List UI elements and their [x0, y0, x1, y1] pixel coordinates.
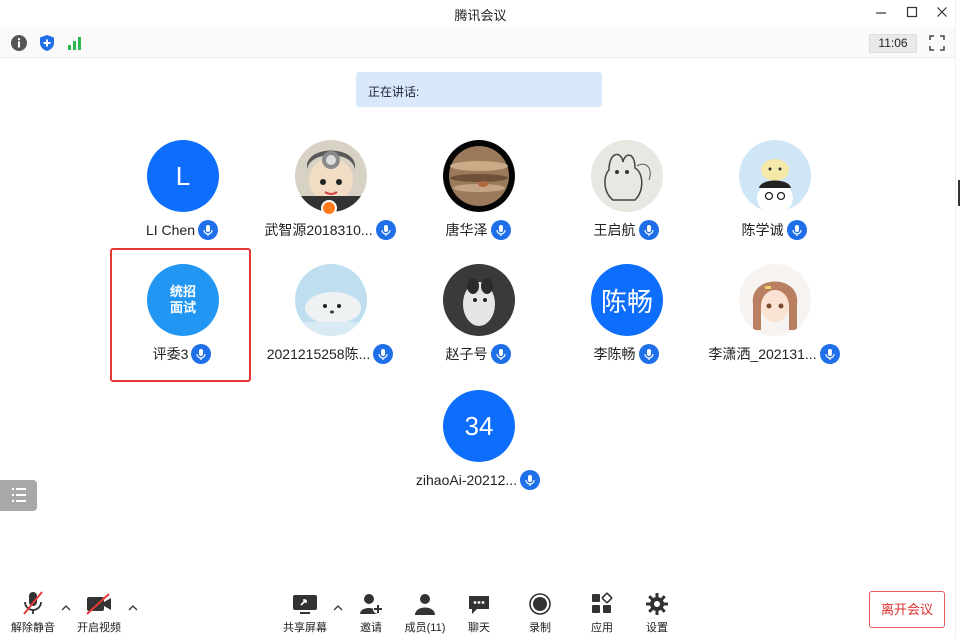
participant-name: 武智源2018310... [264, 222, 373, 238]
chat-icon [464, 588, 494, 616]
window-edge [955, 0, 961, 639]
participant-tile[interactable]: 陈学诚 [704, 140, 844, 250]
settings-button[interactable]: 设置 [642, 588, 672, 635]
members-button[interactable]: 成员(11) [402, 588, 448, 635]
speaking-indicator: 正在讲话: [356, 72, 602, 107]
participant-tile[interactable]: 2021215258陈... [260, 264, 400, 374]
avatar [443, 140, 515, 212]
avatar: L [147, 140, 219, 212]
status-bar: 11:06 [0, 28, 961, 58]
participant-tile[interactable]: 34 zihaoAi-20212... [408, 390, 548, 500]
participant-tile[interactable]: 陈畅 李陈畅 [556, 264, 696, 374]
mic-icon [520, 470, 541, 490]
share-screen-button[interactable]: 共享屏幕 [280, 588, 330, 635]
maximize-button[interactable] [901, 3, 923, 23]
mic-icon [638, 220, 659, 240]
mic-icon [490, 220, 511, 240]
participant-name: 2021215258陈... [266, 346, 371, 362]
participant-name: LI Chen [145, 222, 196, 238]
participant-name: 赵子号 [445, 346, 488, 362]
mic-icon [786, 220, 807, 240]
camera-off-icon [75, 588, 123, 616]
participant-name: 王启航 [593, 222, 636, 238]
mic-icon [375, 220, 396, 240]
participant-name: 唐华泽 [445, 222, 488, 238]
chat-button[interactable]: 聊天 [464, 588, 494, 635]
avatar: 34 [443, 390, 515, 462]
info-icon[interactable] [10, 34, 28, 52]
bottom-toolbar: 解除静音 开启视频 共享屏幕 邀请 成员(11) 聊天 录制 应用 设置 离开会… [0, 580, 961, 639]
mic-icon [373, 344, 394, 364]
mic-icon [819, 344, 840, 364]
signal-icon[interactable] [66, 34, 84, 52]
chevron-up-icon[interactable] [333, 600, 343, 611]
start-video-button[interactable]: 开启视频 [75, 588, 123, 635]
avatar [443, 264, 515, 336]
chevron-up-icon[interactable] [61, 600, 71, 611]
layout-toggle-button[interactable] [0, 480, 37, 511]
speaking-label: 正在讲话: [368, 85, 420, 99]
participant-tile[interactable]: 赵子号 [408, 264, 548, 374]
meeting-window: 腾讯会议 11:06 正在讲话: L LI Chen 武智源2018310...… [0, 0, 961, 639]
meeting-clock: 11:06 [869, 34, 917, 53]
participant-name: 李潇洒_202131... [708, 346, 817, 362]
mic-icon [638, 344, 659, 364]
avatar [295, 264, 367, 336]
gear-icon [642, 588, 672, 616]
close-button[interactable] [931, 3, 953, 23]
participant-tile[interactable]: 王启航 [556, 140, 696, 250]
participant-tile[interactable]: 李潇洒_202131... [704, 264, 844, 374]
window-title: 腾讯会议 [454, 8, 507, 23]
invite-button[interactable]: 邀请 [355, 588, 387, 635]
participant-tile[interactable]: 武智源2018310... [260, 140, 400, 250]
add-user-icon [355, 588, 387, 616]
participant-name: zihaoAi-20212... [415, 472, 518, 488]
share-screen-icon [280, 588, 330, 616]
chevron-up-icon[interactable] [128, 600, 138, 611]
mic-muted-icon [10, 588, 56, 616]
mic-icon [490, 344, 511, 364]
host-badge-icon [321, 200, 337, 216]
avatar: 陈畅 [591, 264, 663, 336]
participant-name: 陈学诚 [741, 222, 784, 238]
scrollbar-thumb[interactable] [958, 180, 960, 206]
members-icon [402, 588, 448, 616]
shield-icon[interactable] [38, 34, 56, 52]
mic-icon [198, 220, 219, 240]
apps-icon [587, 588, 617, 616]
fullscreen-icon[interactable] [928, 34, 946, 52]
avatar [739, 264, 811, 336]
participant-tile[interactable]: L LI Chen [112, 140, 252, 250]
title-bar: 腾讯会议 [0, 0, 961, 28]
record-button[interactable]: 录制 [525, 588, 555, 635]
minimize-button[interactable] [870, 3, 892, 23]
avatar [591, 140, 663, 212]
unmute-button[interactable]: 解除静音 [10, 588, 56, 635]
participant-name: 李陈畅 [593, 346, 636, 362]
leave-meeting-button[interactable]: 离开会议 [869, 591, 945, 628]
participant-tile[interactable]: 唐华泽 [408, 140, 548, 250]
avatar [739, 140, 811, 212]
apps-button[interactable]: 应用 [587, 588, 617, 635]
selection-highlight [110, 248, 251, 382]
record-icon [525, 588, 555, 616]
